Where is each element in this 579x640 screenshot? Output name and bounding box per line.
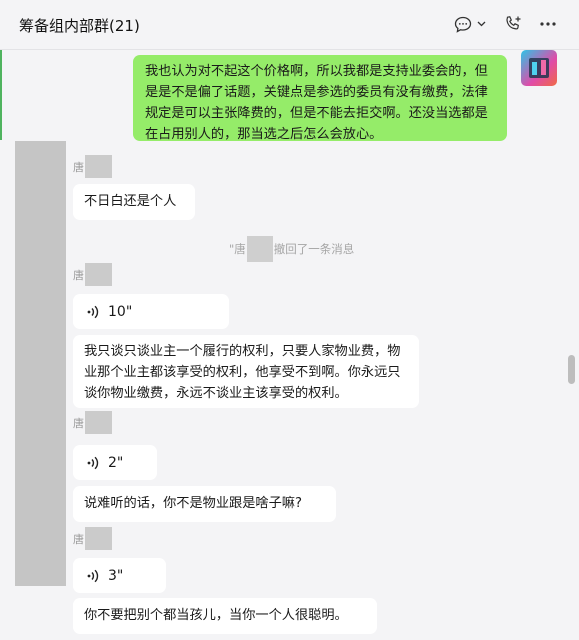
voice-duration: 3" <box>108 567 124 584</box>
voice-duration: 10" <box>108 303 133 320</box>
chat-bubble-icon[interactable] <box>453 13 473 35</box>
message-bubble-outgoing[interactable]: 我也认为对不起这个价格啊，所以我都是支持业委会的，但是是不是偏了话题，关键点是参… <box>133 55 507 142</box>
chat-header: 筹备组内部群(21) <box>0 0 579 50</box>
redacted-name <box>246 236 273 262</box>
sender-name: 唐 <box>73 263 112 286</box>
recall-prefix: "唐 <box>229 242 246 256</box>
message-bubble[interactable]: 说难听的话，你不是物业跟是啥子嘛? <box>73 486 336 522</box>
sender-name: 唐 <box>73 527 112 550</box>
message-bubble[interactable]: 你不要把别个都当孩儿，当你一个人很聪明。 <box>73 598 377 634</box>
sender-label: 唐 <box>73 268 84 282</box>
avatar[interactable] <box>15 141 66 586</box>
sender-label: 唐 <box>73 160 84 174</box>
scrollbar-thumb[interactable] <box>568 355 575 384</box>
voice-icon <box>87 569 99 582</box>
sender-label: 唐 <box>73 532 84 546</box>
redacted-name <box>85 411 112 434</box>
voice-message[interactable]: 2" <box>73 445 157 480</box>
recall-notice: "唐 撤回了一条消息 <box>229 236 354 262</box>
recall-text: 撤回了一条消息 <box>273 242 355 256</box>
message-bubble[interactable]: 我只谈只谈业主一个履行的权利，只要人家物业费，物业那个业主都该享受的权利，他享受… <box>73 335 419 408</box>
chevron-down-icon[interactable] <box>476 13 486 35</box>
voice-icon <box>87 456 99 469</box>
sender-name: 唐 <box>73 155 112 178</box>
phone-add-icon[interactable] <box>503 13 523 35</box>
redacted-name <box>85 155 112 178</box>
voice-icon <box>87 305 99 318</box>
self-avatar[interactable] <box>521 50 557 86</box>
voice-duration: 2" <box>108 454 124 471</box>
voice-message[interactable]: 10" <box>73 294 229 329</box>
chat-area[interactable]: 我也认为对不起这个价格啊，所以我都是支持业委会的，但是是不是偏了话题，关键点是参… <box>0 50 579 640</box>
redacted-name <box>85 263 112 286</box>
more-icon[interactable] <box>539 13 557 35</box>
voice-message[interactable]: 3" <box>73 558 166 593</box>
message-bubble[interactable]: 不日白还是个人 <box>73 184 195 220</box>
sender-label: 唐 <box>73 416 84 430</box>
redacted-name <box>85 527 112 550</box>
sender-name: 唐 <box>73 411 112 434</box>
group-title: 筹备组内部群(21) <box>19 17 140 35</box>
